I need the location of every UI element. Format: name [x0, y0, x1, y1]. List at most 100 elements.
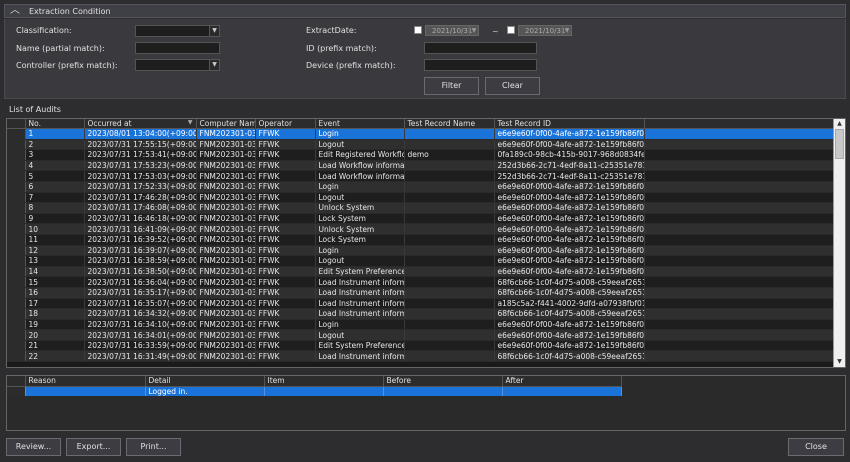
cell-occurred-at[interactable]: 2023/07/31 17:53:41(+09:00): [84, 149, 197, 161]
cell-test-record-name[interactable]: [404, 329, 495, 341]
print-button[interactable]: Print...: [126, 438, 181, 456]
cell-computer-name[interactable]: FNM202301-030: [196, 276, 256, 288]
cell-test-record-name[interactable]: [404, 170, 495, 182]
cell-occurred-at[interactable]: 2023/07/31 16:39:07(+09:00): [84, 245, 197, 257]
row-header[interactable]: [7, 170, 26, 182]
cell-test-record-id[interactable]: e6e9e60f-0f00-4afe-a872-1e159fb86f03: [494, 128, 645, 140]
column-header-after[interactable]: After: [502, 376, 622, 387]
cell-operator[interactable]: FFWK: [255, 329, 316, 341]
cell-no[interactable]: 19: [25, 319, 85, 331]
cell-no[interactable]: 13: [25, 255, 85, 267]
table-row[interactable]: 82023/07/31 17:46:08(+09:00)FNM202301-03…: [7, 202, 834, 214]
cell-computer-name[interactable]: FNM202301-030: [196, 234, 256, 246]
cell-event[interactable]: Logout: [315, 255, 405, 267]
cell-no[interactable]: 12: [25, 245, 85, 257]
classification-combo[interactable]: ▼: [135, 25, 220, 37]
chevron-down-icon[interactable]: ▼: [469, 26, 478, 35]
cell-test-record-name[interactable]: [404, 276, 495, 288]
audits-grid[interactable]: No. Occurred at▼ Computer Name Operator …: [6, 118, 846, 368]
name-input[interactable]: [135, 42, 220, 54]
filter-button[interactable]: Filter: [424, 77, 479, 95]
cell-event[interactable]: Load Instrument information: [315, 287, 405, 299]
cell-test-record-name[interactable]: [404, 287, 495, 299]
cell-test-record-id[interactable]: a185c5a2-f441-4002-9dfd-a07938fbf019: [494, 298, 645, 310]
cell-event[interactable]: Edit Registered Workflow: [315, 149, 405, 161]
cell-event[interactable]: Login: [315, 245, 405, 257]
clear-button[interactable]: Clear: [485, 77, 540, 95]
table-row[interactable]: 18 2023/07/31 16:34:32(+09:00) FNM202301-0…: [7, 308, 834, 320]
row-header[interactable]: [7, 319, 26, 331]
scrollbar-thumb[interactable]: [835, 129, 844, 159]
detail-before-cell[interactable]: [383, 386, 503, 396]
cell-test-record-id[interactable]: 252d3b66-2c71-4edf-8a11-c25351e781b5: [494, 170, 645, 182]
cell-event[interactable]: Login: [315, 319, 405, 331]
row-header[interactable]: [7, 192, 26, 204]
cell-computer-name[interactable]: FNM202301-030: [196, 213, 256, 225]
cell-test-record-name[interactable]: [404, 308, 495, 320]
cell-computer-name[interactable]: FNM202301-030: [196, 181, 256, 193]
cell-test-record-id[interactable]: e6e9e60f-0f00-4afe-a872-1e159fb86f03: [494, 202, 645, 214]
table-row[interactable]: 14 2023/07/31 16:38:50(+09:00) FNM202301-0…: [7, 266, 834, 278]
cell-operator[interactable]: FFWK: [255, 298, 316, 310]
cell-no[interactable]: 1: [25, 128, 85, 140]
cell-test-record-name[interactable]: [404, 128, 495, 140]
cell-event[interactable]: Load Workflow information: [315, 170, 405, 182]
cell-test-record-id[interactable]: e6e9e60f-0f00-4afe-a872-1e159fb86f03: [494, 245, 645, 257]
cell-no[interactable]: 17: [25, 298, 85, 310]
cell-test-record-name[interactable]: [404, 245, 495, 257]
cell-occurred-at[interactable]: 2023/07/31 17:46:08(+09:00): [84, 202, 197, 214]
cell-computer-name[interactable]: FNM202301-030: [196, 350, 256, 363]
table-row[interactable]: 52023/07/31 17:53:03(+09:00)FNM202301-03…: [7, 170, 834, 182]
row-header[interactable]: [7, 213, 26, 225]
cell-event[interactable]: Unlock System: [315, 202, 405, 214]
cell-no[interactable]: 14: [25, 266, 85, 278]
table-row[interactable]: 32023/07/31 17:53:41(+09:00)FNM202301-03…: [7, 149, 834, 161]
column-header-computer-name[interactable]: Computer Name: [196, 119, 256, 129]
table-row[interactable]: 19 2023/07/31 16:34:10(+09:00) FNM202301-0…: [7, 319, 834, 331]
table-row[interactable]: 15 2023/07/31 16:36:04(+09:00) FNM202301-0…: [7, 276, 834, 288]
cell-test-record-id[interactable]: 68f6cb66-1c0f-4d75-a008-c59eeaf26517: [494, 308, 645, 320]
cell-event[interactable]: Edit System Preferences: [315, 340, 405, 352]
cell-operator[interactable]: FFWK: [255, 319, 316, 331]
cell-no[interactable]: 20: [25, 329, 85, 341]
cell-computer-name[interactable]: FNM202301-030: [196, 170, 256, 182]
review-button[interactable]: Review...: [6, 438, 61, 456]
detail-after-cell[interactable]: [502, 386, 622, 396]
table-row[interactable]: 22 2023/07/31 16:31:49(+09:00) FNM202301-0…: [7, 350, 834, 363]
cell-test-record-name[interactable]: [404, 181, 495, 193]
cell-computer-name[interactable]: FNM202301-030: [196, 266, 256, 278]
cell-operator[interactable]: FFWK: [255, 266, 316, 278]
cell-test-record-id[interactable]: e6e9e60f-0f00-4afe-a872-1e159fb86f03: [494, 319, 645, 331]
cell-no[interactable]: 22: [25, 350, 85, 363]
cell-no[interactable]: 21: [25, 340, 85, 352]
cell-computer-name[interactable]: FNM202301-030: [196, 308, 256, 320]
cell-occurred-at[interactable]: 2023/07/31 16:41:09(+09:00): [84, 223, 197, 235]
cell-no[interactable]: 6: [25, 181, 85, 193]
cell-computer-name[interactable]: FNM202301-030: [196, 128, 256, 140]
date-from-picker[interactable]: 2021/10/31 ▼: [425, 25, 479, 36]
cell-no[interactable]: 18: [25, 308, 85, 320]
cell-test-record-name[interactable]: [404, 298, 495, 310]
collapse-chevron-up-icon[interactable]: ︿: [8, 6, 22, 16]
cell-occurred-at[interactable]: 2023/07/31 17:53:23(+09:00): [84, 160, 197, 172]
column-header-reason[interactable]: Reason: [25, 376, 146, 387]
cell-test-record-name[interactable]: [404, 319, 495, 331]
cell-operator[interactable]: FFWK: [255, 340, 316, 352]
cell-computer-name[interactable]: FNM202301-030: [196, 223, 256, 235]
row-header[interactable]: [7, 149, 26, 161]
column-header-test-record-id[interactable]: Test Record ID: [494, 119, 645, 129]
row-header[interactable]: [7, 223, 26, 235]
cell-computer-name[interactable]: FNM202301-030: [196, 149, 256, 161]
cell-computer-name[interactable]: FNM202301-030: [196, 245, 256, 257]
cell-occurred-at[interactable]: 2023/07/31 16:36:04(+09:00): [84, 276, 197, 288]
cell-computer-name[interactable]: FNM202301-030: [196, 329, 256, 341]
table-row[interactable]: 20 2023/07/31 16:34:01(+09:00) FNM202301-0…: [7, 329, 834, 341]
row-header[interactable]: [7, 298, 26, 310]
cell-computer-name[interactable]: FNM202301-030: [196, 202, 256, 214]
cell-operator[interactable]: FFWK: [255, 181, 316, 193]
cell-test-record-name[interactable]: [404, 266, 495, 278]
cell-test-record-id[interactable]: e6e9e60f-0f00-4afe-a872-1e159fb86f03: [494, 223, 645, 235]
id-input[interactable]: [424, 42, 537, 54]
cell-occurred-at[interactable]: 2023/07/31 16:35:07(+09:00): [84, 298, 197, 310]
cell-event[interactable]: Lock System: [315, 234, 405, 246]
